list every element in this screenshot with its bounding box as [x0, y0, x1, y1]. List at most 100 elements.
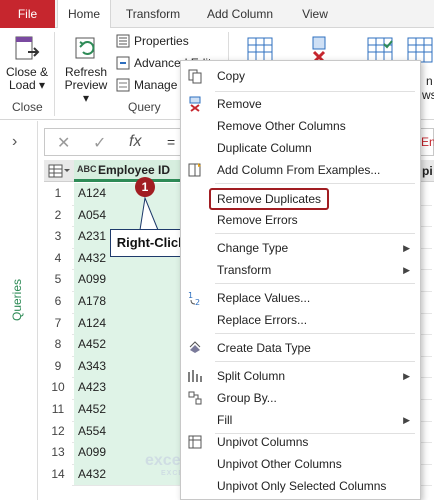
- fx-icon[interactable]: fx: [129, 133, 141, 151]
- menu-item-fill[interactable]: Fill ▶: [181, 409, 420, 431]
- ribbon-tab-bar: File Home Transform Add Column View: [0, 0, 434, 29]
- menu-item-add-column-from-examples[interactable]: Add Column From Examples...: [181, 159, 420, 181]
- data-type-icon: [189, 341, 201, 353]
- table-cell-employee-id[interactable]: A554: [74, 420, 184, 443]
- properties-icon: [116, 34, 130, 48]
- row-number[interactable]: 2: [44, 208, 72, 222]
- refresh-icon: [75, 37, 95, 59]
- column-type-icon[interactable]: ABC: [77, 164, 97, 174]
- menu-item-split-column[interactable]: Split Column ▶: [181, 365, 420, 387]
- row-number[interactable]: 14: [44, 467, 72, 481]
- add-column-icon: [188, 163, 201, 177]
- manage-button[interactable]: Manage ▾: [116, 78, 187, 92]
- menu-item-remove-duplicates[interactable]: Remove Duplicates: [181, 187, 420, 210]
- menu-item-transform[interactable]: Transform ▶: [181, 259, 420, 281]
- group-by-icon: [188, 391, 202, 405]
- row-number[interactable]: 7: [44, 316, 72, 330]
- cancel-icon[interactable]: ✕: [57, 133, 70, 153]
- menu-separator: [215, 91, 415, 92]
- row-number[interactable]: 8: [44, 337, 72, 351]
- expand-chevron-icon[interactable]: ›: [12, 133, 17, 151]
- menu-item-unpivot-only-selected-columns[interactable]: Unpivot Only Selected Columns: [181, 475, 420, 497]
- close-load-label-2: Load ▾: [8, 78, 46, 92]
- close-load-icon: [15, 36, 40, 60]
- annotation-badge-1: 1: [135, 177, 155, 197]
- svg-text:1: 1: [188, 291, 193, 300]
- row-number[interactable]: 6: [44, 294, 72, 308]
- row-number[interactable]: 4: [44, 251, 72, 265]
- close-load-label: Close &: [5, 65, 49, 79]
- table-cell-employee-id[interactable]: A343: [74, 355, 184, 378]
- menu-separator: [215, 283, 415, 284]
- menu-separator: [215, 233, 415, 234]
- properties-label: Properties: [134, 34, 189, 48]
- column-header-label: Employee ID: [98, 163, 171, 177]
- table-menu-icon[interactable]: [48, 164, 70, 178]
- properties-button[interactable]: Properties: [116, 34, 189, 48]
- right-partial-header: pi: [422, 164, 433, 178]
- menu-item-replace-errors[interactable]: Replace Errors...: [181, 309, 420, 331]
- menu-separator: [215, 183, 415, 184]
- group-label-close: Close: [12, 100, 43, 114]
- refresh-label: Refresh: [64, 65, 108, 79]
- row-number[interactable]: 5: [44, 272, 72, 286]
- menu-item-copy[interactable]: Copy: [181, 65, 420, 87]
- ribbon-separator: [54, 32, 55, 116]
- row-number[interactable]: 10: [44, 380, 72, 394]
- split-icon: [188, 370, 202, 382]
- tab-file[interactable]: File: [0, 0, 55, 28]
- row-number[interactable]: 12: [44, 424, 72, 438]
- tab-transform[interactable]: Transform: [117, 0, 189, 28]
- row-number[interactable]: 3: [44, 229, 72, 243]
- svg-text:2: 2: [195, 298, 200, 306]
- row-number[interactable]: 11: [44, 402, 72, 416]
- tab-add-column[interactable]: Add Column: [196, 0, 284, 28]
- refresh-label-2: Preview ▾: [64, 78, 108, 105]
- refresh-preview-button[interactable]: Refresh Preview ▾: [60, 34, 112, 105]
- menu-item-create-data-type[interactable]: Create Data Type: [181, 337, 420, 359]
- ribbon-cut-text-1: n: [426, 74, 433, 88]
- menu-separator: [215, 361, 415, 362]
- row-number[interactable]: 9: [44, 359, 72, 373]
- table-cell-employee-id[interactable]: A452: [74, 399, 184, 421]
- ribbon-cut-text-2: ws: [422, 88, 434, 102]
- replace-icon: 12: [188, 291, 200, 306]
- menu-item-unpivot-columns[interactable]: Unpivot Columns: [181, 431, 420, 453]
- tab-view[interactable]: View: [293, 0, 337, 28]
- queries-pane: › Queries: [0, 121, 38, 500]
- manage-label: Manage ▾: [134, 78, 187, 92]
- row-number[interactable]: 13: [44, 445, 72, 459]
- callout-pointer: [139, 196, 159, 231]
- menu-item-group-by[interactable]: Group By...: [181, 387, 420, 409]
- menu-item-replace-values[interactable]: 12 Replace Values...: [181, 287, 420, 309]
- queries-pane-label[interactable]: Queries: [10, 279, 24, 321]
- menu-item-unpivot-other-columns[interactable]: Unpivot Other Columns: [181, 453, 420, 475]
- menu-item-remove-errors[interactable]: Remove Errors: [181, 209, 420, 231]
- confirm-icon[interactable]: ✓: [93, 133, 106, 153]
- context-menu: Copy Remove Remove Other Columns Duplica…: [180, 60, 421, 500]
- menu-item-duplicate-column[interactable]: Duplicate Column: [181, 137, 420, 159]
- submenu-arrow-icon: ▶: [403, 371, 410, 381]
- menu-item-change-type[interactable]: Change Type ▶: [181, 237, 420, 259]
- advanced-editor-icon: [116, 56, 130, 70]
- submenu-arrow-icon: ▶: [403, 243, 410, 253]
- column-header-employee-id[interactable]: ABC Employee ID: [74, 160, 184, 182]
- manage-icon: [116, 78, 130, 92]
- remove-x-icon: [189, 96, 201, 112]
- copy-icon: [188, 69, 202, 84]
- table-cell-employee-id[interactable]: A423: [74, 377, 184, 399]
- row-number[interactable]: 1: [44, 186, 72, 200]
- submenu-arrow-icon: ▶: [403, 265, 410, 275]
- table-cell-employee-id[interactable]: A099: [74, 269, 184, 291]
- menu-item-remove[interactable]: Remove: [181, 93, 420, 115]
- unpivot-icon: [188, 435, 202, 449]
- formula-right-text: En: [421, 135, 434, 149]
- submenu-arrow-icon: ▶: [403, 415, 410, 425]
- menu-item-remove-other-columns[interactable]: Remove Other Columns: [181, 115, 420, 137]
- table-cell-employee-id[interactable]: A452: [74, 334, 184, 356]
- tab-home[interactable]: Home: [57, 0, 111, 29]
- table-cell-employee-id[interactable]: A178: [74, 291, 184, 313]
- close-load-button[interactable]: Close & Load ▾: [4, 34, 50, 92]
- table-cell-employee-id[interactable]: A124: [74, 312, 184, 335]
- group-label-query: Query: [128, 100, 161, 114]
